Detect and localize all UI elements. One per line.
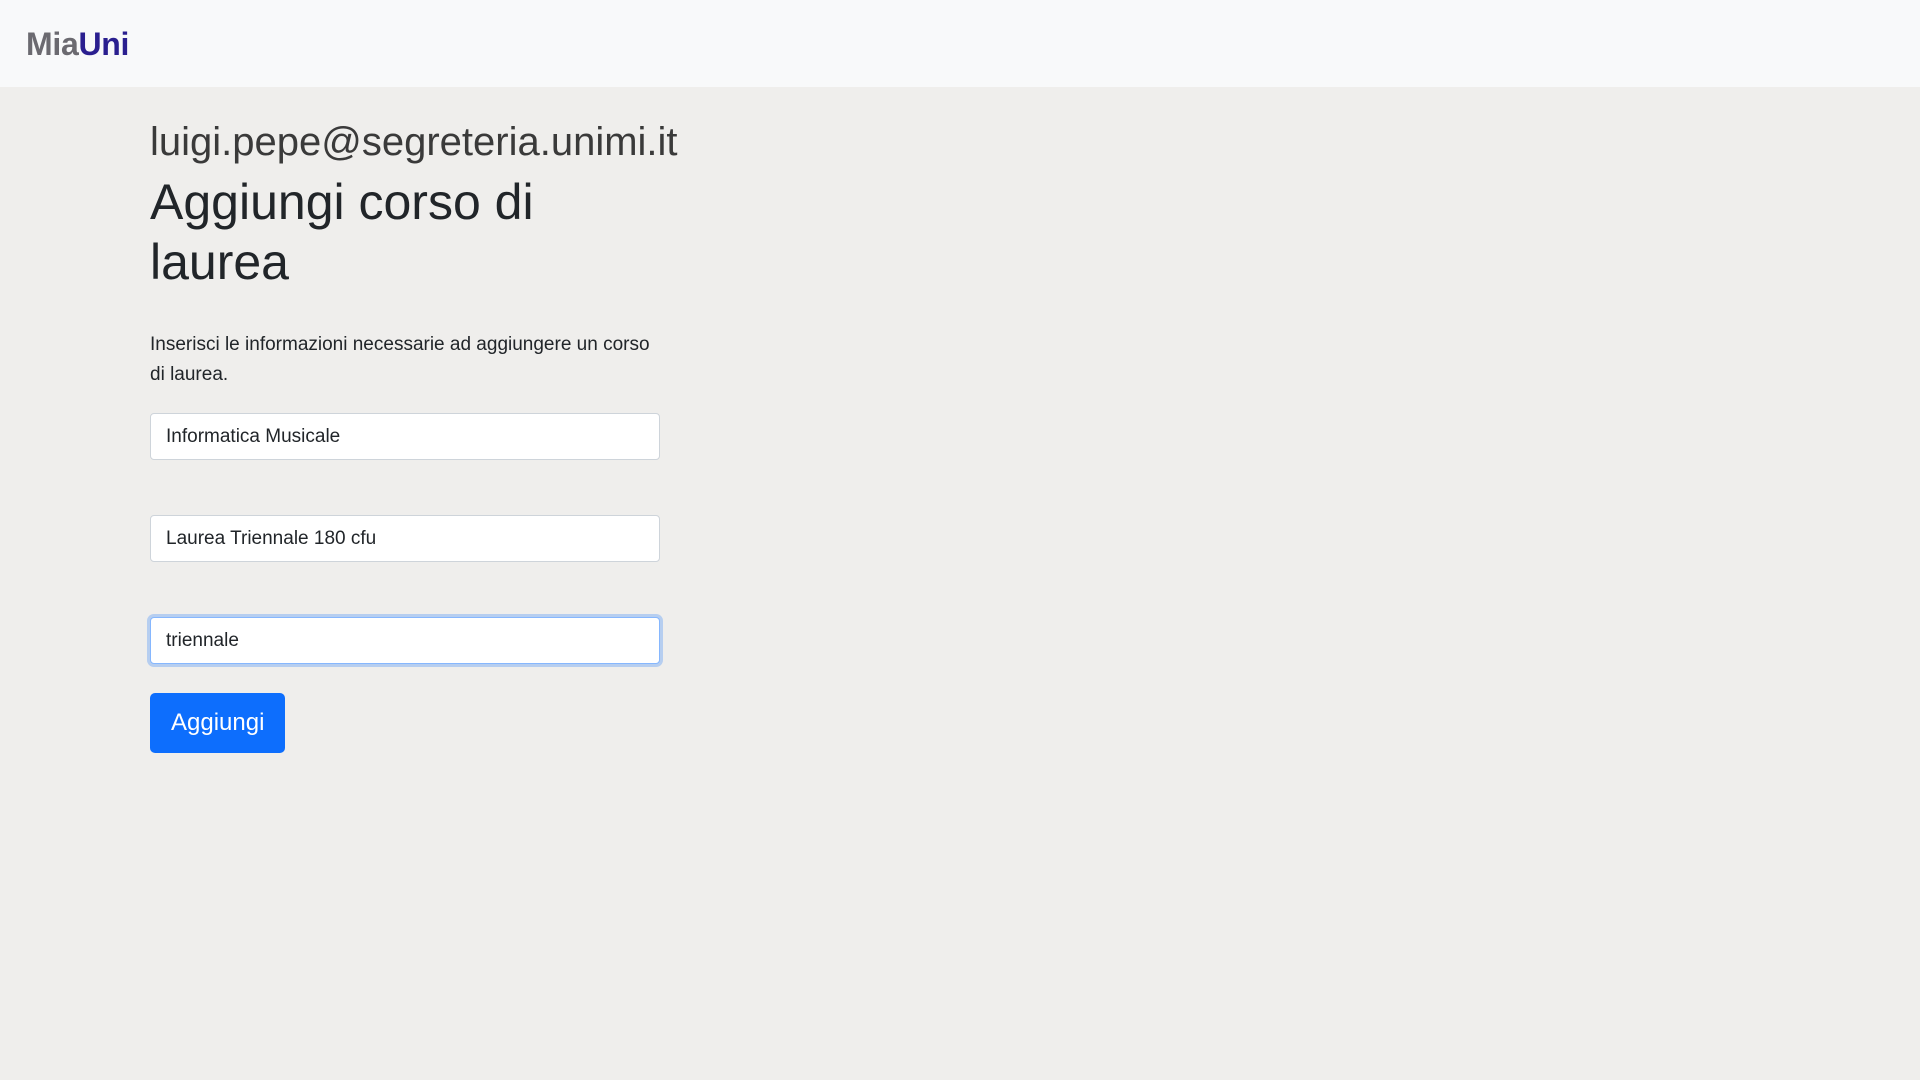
user-email: luigi.pepe@segreteria.unimi.it <box>150 120 678 164</box>
course-name-input[interactable] <box>150 413 660 460</box>
navbar: MiaUni <box>0 0 1920 87</box>
form-description: Inserisci le informazioni necessarie ad … <box>150 334 650 385</box>
add-button[interactable]: Aggiungi <box>150 693 286 753</box>
course-description-input[interactable] <box>150 515 660 562</box>
add-course-form: Aggiungi <box>150 413 710 753</box>
brand-text-mia: Mia <box>26 26 79 62</box>
main-content: luigi.pepe@segreteria.unimi.it Aggiungi … <box>150 112 710 753</box>
course-type-input[interactable] <box>150 617 660 664</box>
brand-logo-link[interactable]: MiaUni <box>26 24 129 64</box>
page-title: Aggiungi corso di laurea <box>150 174 534 290</box>
brand-text-uni: Uni <box>78 26 130 62</box>
